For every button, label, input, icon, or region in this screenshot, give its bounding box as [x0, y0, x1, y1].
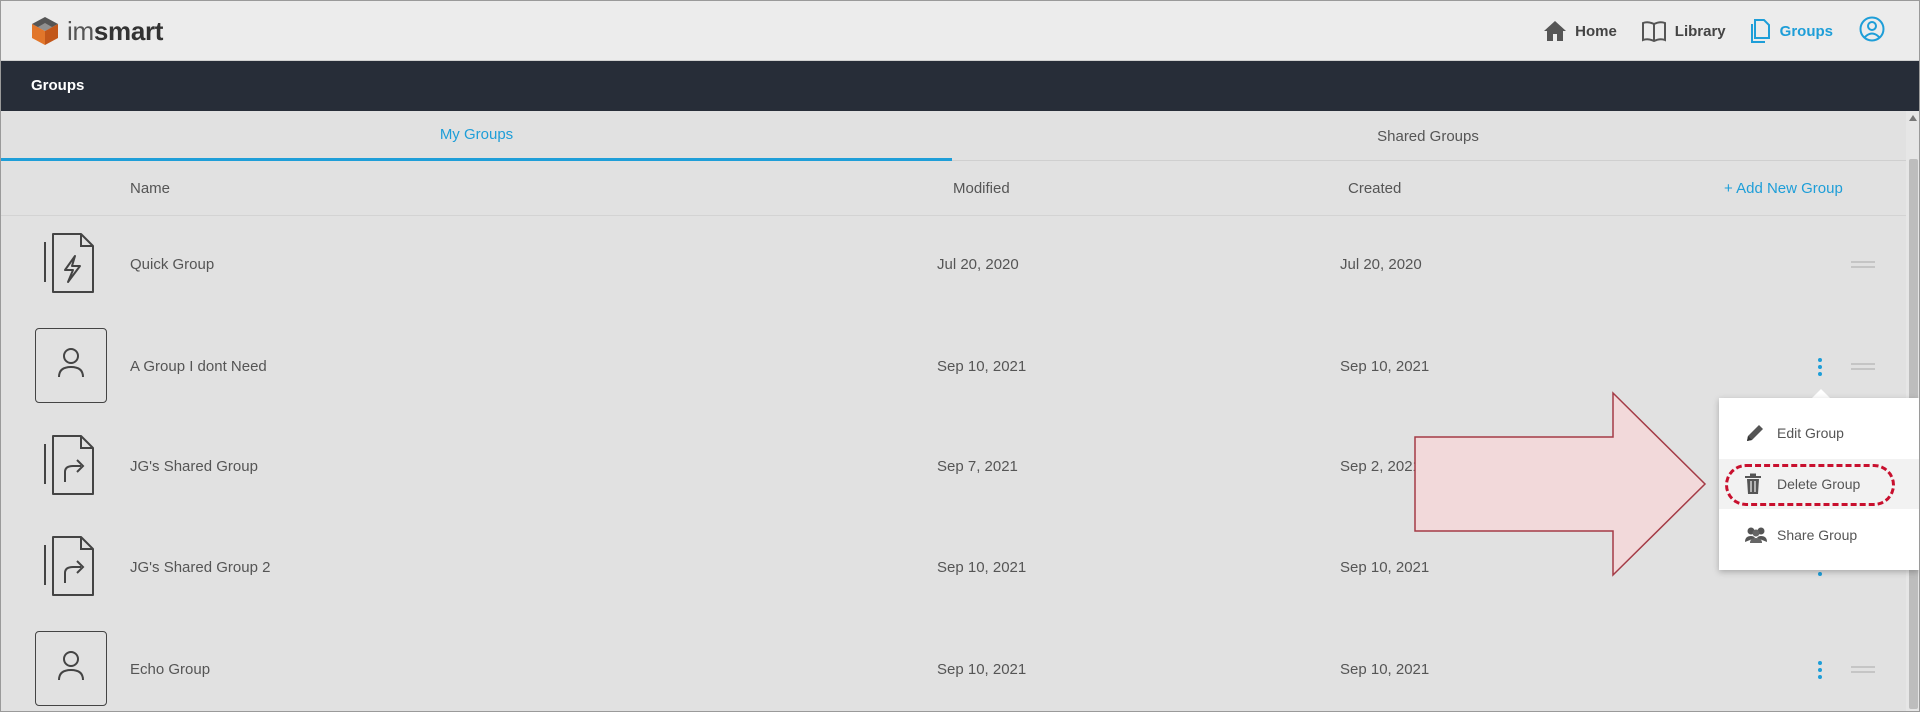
book-icon — [1641, 21, 1666, 42]
logo-cube-icon — [32, 17, 58, 45]
app-window: imsmart Home Library Groups Groups My Gr — [0, 0, 1920, 712]
nav-home[interactable]: Home — [1543, 20, 1617, 42]
group-created: Sep 10, 2021 — [1340, 358, 1430, 375]
drag-handle-icon[interactable] — [1851, 666, 1875, 676]
page-title: Groups — [31, 77, 85, 94]
group-name[interactable]: JG's Shared Group — [130, 458, 258, 475]
group-name[interactable]: JG's Shared Group 2 — [130, 559, 270, 576]
more-options-icon[interactable] — [1818, 358, 1824, 379]
page-header: Groups — [1, 61, 1919, 111]
delete-highlight-ring — [1725, 464, 1895, 506]
group-name[interactable]: Quick Group — [130, 256, 214, 273]
table-row[interactable]: Quick Group Jul 20, 2020 Jul 20, 2020 — [1, 216, 1906, 317]
more-options-icon[interactable] — [1818, 661, 1824, 682]
nav-library[interactable]: Library — [1641, 20, 1726, 42]
group-created: Sep 10, 2021 — [1340, 661, 1430, 678]
main-nav: Home Library Groups — [1519, 1, 1885, 61]
column-header-modified[interactable]: Modified — [953, 180, 1010, 197]
top-bar: imsmart Home Library Groups — [1, 1, 1919, 61]
pencil-icon — [1747, 425, 1763, 441]
group-created: Sep 2, 2021 — [1340, 458, 1421, 475]
group-modified: Sep 10, 2021 — [937, 559, 1027, 576]
callout-arrow-icon — [1414, 391, 1707, 577]
shared-doc-icon — [35, 430, 107, 504]
groups-doc-icon — [1750, 19, 1770, 43]
user-icon — [35, 328, 107, 403]
column-header-created[interactable]: Created — [1348, 180, 1401, 197]
column-header-name[interactable]: Name — [130, 180, 170, 197]
quick-group-icon — [35, 228, 107, 302]
menu-item-label: Edit Group — [1777, 425, 1844, 441]
group-modified: Sep 10, 2021 — [937, 358, 1027, 375]
group-modified: Jul 20, 2020 — [937, 256, 1019, 273]
drag-handle-icon[interactable] — [1851, 363, 1875, 373]
nav-groups[interactable]: Groups — [1750, 19, 1833, 43]
menu-item-share-group[interactable]: Share Group — [1719, 510, 1919, 560]
add-new-group-button[interactable]: + Add New Group — [1724, 180, 1843, 197]
group-created: Jul 20, 2020 — [1340, 256, 1422, 273]
group-modified: Sep 10, 2021 — [937, 661, 1027, 678]
group-modified: Sep 7, 2021 — [937, 458, 1018, 475]
user-avatar[interactable] — [1859, 16, 1885, 47]
menu-item-label: Share Group — [1777, 527, 1858, 543]
shared-doc-icon — [35, 531, 107, 605]
drag-handle-icon[interactable] — [1851, 261, 1875, 271]
logo[interactable]: imsmart — [29, 15, 163, 47]
people-icon — [1745, 527, 1767, 543]
group-name[interactable]: Echo Group — [130, 661, 210, 678]
nav-groups-label: Groups — [1779, 22, 1833, 40]
table-header: Name Modified Created + Add New Group — [1, 161, 1906, 216]
tab-shared-groups[interactable]: Shared Groups — [952, 111, 1904, 161]
home-icon — [1544, 21, 1567, 41]
logo-text: imsmart — [67, 15, 164, 46]
scroll-up-arrow-icon[interactable] — [1909, 115, 1917, 121]
nav-library-label: Library — [1674, 22, 1726, 40]
tab-bar: My Groups Shared Groups — [1, 111, 1906, 161]
nav-home-label: Home — [1575, 22, 1617, 40]
table-row[interactable]: Echo Group Sep 10, 2021 Sep 10, 2021 — [1, 620, 1906, 711]
user-icon — [35, 631, 107, 706]
user-circle-icon — [1859, 16, 1885, 41]
menu-item-edit-group[interactable]: Edit Group — [1719, 408, 1919, 458]
group-name[interactable]: A Group I dont Need — [130, 358, 267, 375]
tab-my-groups[interactable]: My Groups — [1, 111, 952, 161]
